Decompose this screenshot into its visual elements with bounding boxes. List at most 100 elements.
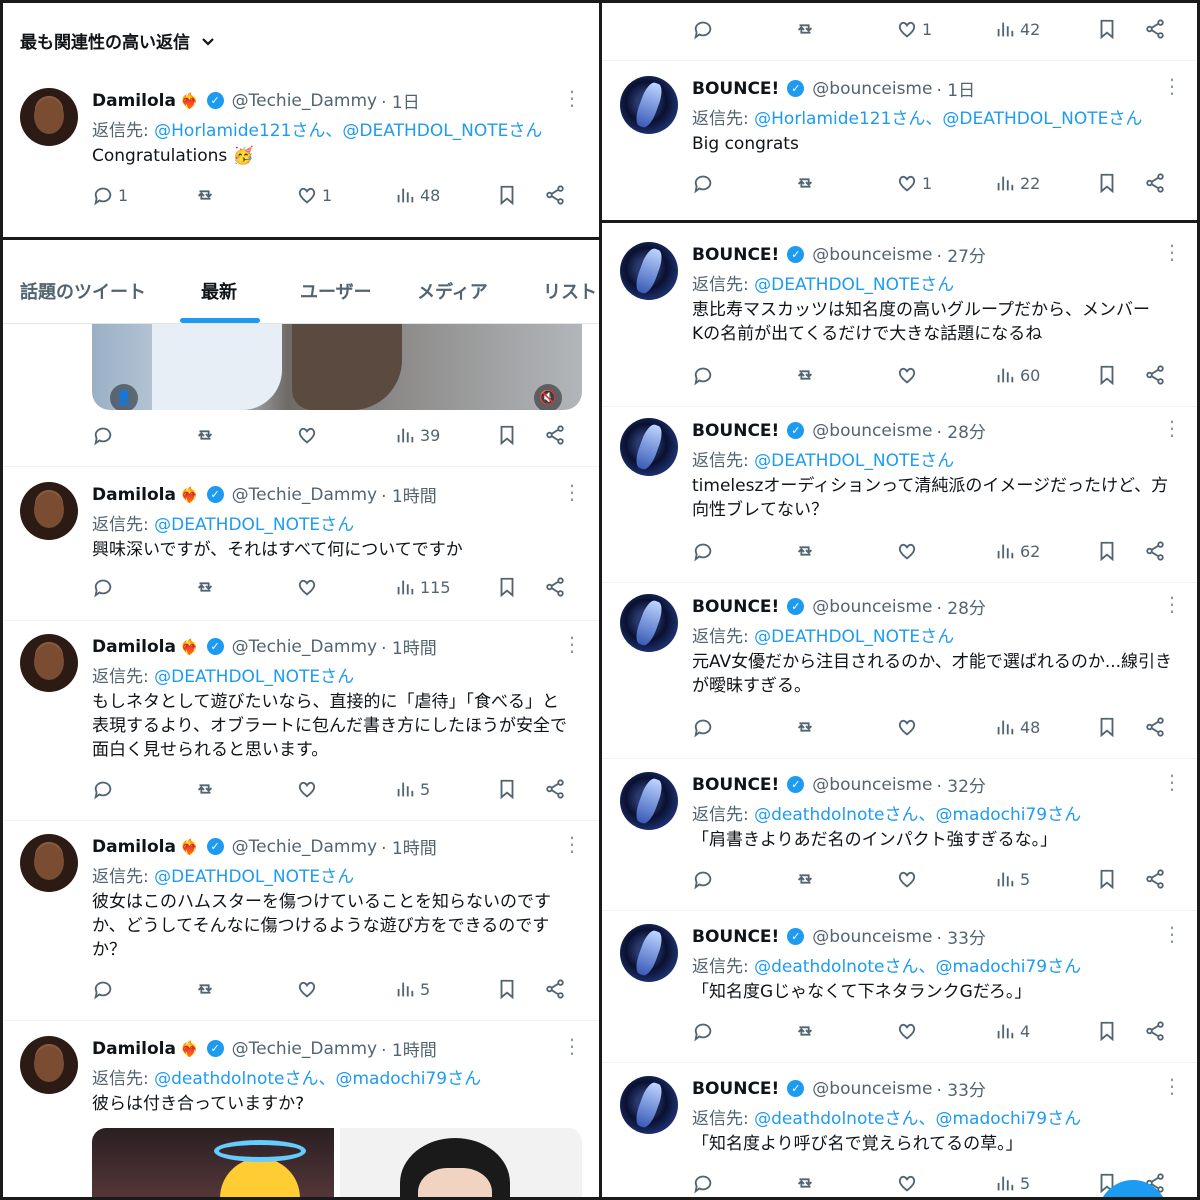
reply-target-link[interactable]: @DEATHDOL_NOTEさん — [754, 451, 954, 471]
reply-target-link[interactable]: @DEATHDOL_NOTEさん — [154, 867, 354, 887]
share-button[interactable] — [544, 184, 566, 206]
more-options-icon[interactable]: ⋮ — [562, 634, 582, 654]
tweet-card[interactable]: BOUNCE! ✓ @bounceisme · 28分 ⋮ 返信先: @DEAT… — [620, 418, 1182, 574]
bookmark-button[interactable] — [496, 424, 518, 446]
like-button[interactable] — [896, 868, 918, 890]
reply-button[interactable] — [692, 716, 714, 738]
reply-target-link[interactable]: @DEATHDOL_NOTEさん — [754, 275, 954, 295]
share-button[interactable] — [544, 576, 566, 598]
more-options-icon[interactable]: ⋮ — [1162, 1076, 1182, 1096]
reply-button[interactable] — [692, 540, 714, 562]
user-handle[interactable]: @Techie_Dammy — [232, 837, 377, 857]
avatar[interactable] — [620, 1076, 678, 1134]
reply-button[interactable] — [92, 978, 114, 1000]
user-handle[interactable]: @bounceisme — [812, 597, 932, 617]
tab-top[interactable]: 話題のツイート — [20, 278, 146, 304]
like-button[interactable] — [296, 576, 318, 598]
retweet-button[interactable] — [794, 172, 816, 194]
tweet-card[interactable]: Damilola ❤‍🔥 ✓ @Techie_Dammy · 1日 ⋮ 返信先:… — [20, 88, 582, 218]
retweet-button[interactable] — [794, 364, 816, 386]
reply-button[interactable] — [692, 868, 714, 890]
avatar[interactable] — [20, 482, 78, 540]
retweet-button[interactable] — [194, 778, 216, 800]
reply-button[interactable] — [92, 778, 114, 800]
bookmark-button[interactable] — [496, 184, 518, 206]
share-button[interactable] — [1144, 868, 1166, 890]
more-options-icon[interactable]: ⋮ — [1162, 594, 1182, 614]
views-button[interactable]: 4 — [994, 1020, 1030, 1042]
more-options-icon[interactable]: ⋮ — [1162, 242, 1182, 262]
more-options-icon[interactable]: ⋮ — [562, 482, 582, 502]
share-button[interactable] — [544, 978, 566, 1000]
like-button[interactable]: 1 — [896, 172, 932, 194]
retweet-button[interactable] — [194, 576, 216, 598]
more-options-icon[interactable]: ⋮ — [1162, 418, 1182, 438]
share-button[interactable] — [1144, 18, 1166, 40]
user-handle[interactable]: @Techie_Dammy — [232, 91, 377, 111]
bookmark-button[interactable] — [496, 576, 518, 598]
display-name[interactable]: Damilola — [92, 637, 176, 657]
share-button[interactable] — [544, 778, 566, 800]
user-handle[interactable]: @bounceisme — [812, 421, 932, 441]
reply-button[interactable] — [92, 424, 114, 446]
views-button[interactable]: 48 — [394, 184, 440, 206]
user-handle[interactable]: @Techie_Dammy — [232, 1039, 377, 1059]
tweet-card[interactable]: BOUNCE! ✓ @bounceisme · 33分 ⋮ 返信先: @deat… — [620, 924, 1182, 1054]
reply-target-link[interactable]: @Horlamide121さん、@DEATHDOL_NOTEさん — [754, 109, 1142, 129]
reply-button[interactable] — [692, 1020, 714, 1042]
like-button[interactable] — [896, 1172, 918, 1194]
views-button[interactable]: 115 — [394, 576, 451, 598]
timestamp[interactable]: · 1時間 — [381, 482, 437, 507]
avatar[interactable] — [620, 242, 678, 300]
display-name[interactable]: BOUNCE! — [692, 79, 779, 99]
user-handle[interactable]: @Techie_Dammy — [232, 485, 377, 505]
display-name[interactable]: BOUNCE! — [692, 927, 779, 947]
timestamp[interactable]: · 32分 — [936, 772, 985, 797]
reply-target-link[interactable]: @deathdolnoteさん、@madochi79さん — [154, 1069, 481, 1089]
user-handle[interactable]: @bounceisme — [812, 927, 932, 947]
more-options-icon[interactable]: ⋮ — [1162, 924, 1182, 944]
bookmark-button[interactable] — [1096, 1020, 1118, 1042]
share-button[interactable] — [1144, 364, 1166, 386]
bookmark-button[interactable] — [1096, 18, 1118, 40]
reply-sort-dropdown[interactable]: 最も関連性の高い返信 — [20, 28, 216, 53]
views-button[interactable]: 5 — [394, 978, 430, 1000]
timestamp[interactable]: · 1時間 — [381, 634, 437, 659]
tab-lists[interactable]: リスト — [543, 278, 597, 304]
avatar[interactable] — [620, 418, 678, 476]
views-button[interactable]: 5 — [394, 778, 430, 800]
tweet-image[interactable] — [340, 1128, 582, 1200]
bookmark-button[interactable] — [496, 978, 518, 1000]
like-button[interactable] — [896, 1020, 918, 1042]
timestamp[interactable]: · 33分 — [936, 1076, 985, 1101]
share-button[interactable] — [1144, 172, 1166, 194]
user-handle[interactable]: @bounceisme — [812, 245, 932, 265]
display-name[interactable]: Damilola — [92, 485, 176, 505]
like-button[interactable] — [296, 778, 318, 800]
avatar[interactable] — [20, 88, 78, 146]
tweet-card[interactable]: Damilola ❤‍🔥 ✓ @Techie_Dammy · 1時間 ⋮ 返信先… — [20, 634, 582, 810]
user-handle[interactable]: @bounceisme — [812, 775, 932, 795]
display-name[interactable]: BOUNCE! — [692, 775, 779, 795]
reply-target-link[interactable]: @DEATHDOL_NOTEさん — [154, 515, 354, 535]
video-thumbnail[interactable]: 👤 🔇 — [92, 324, 582, 410]
timestamp[interactable]: · 33分 — [936, 924, 985, 949]
like-button[interactable] — [896, 716, 918, 738]
views-button[interactable]: 39 — [394, 424, 440, 446]
reply-button[interactable] — [692, 1172, 714, 1194]
timestamp[interactable]: · 1日 — [936, 76, 975, 101]
tweet-card[interactable]: BOUNCE! ✓ @bounceisme · 32分 ⋮ 返信先: @deat… — [620, 772, 1182, 902]
reply-target-link[interactable]: @deathdolnoteさん、@madochi79さん — [754, 805, 1081, 825]
retweet-button[interactable] — [794, 1020, 816, 1042]
reply-target-link[interactable]: @deathdolnoteさん、@madochi79さん — [754, 1109, 1081, 1129]
mute-icon[interactable]: 🔇 — [534, 384, 562, 410]
retweet-button[interactable] — [794, 1172, 816, 1194]
share-button[interactable] — [1144, 1020, 1166, 1042]
views-button[interactable]: 62 — [994, 540, 1040, 562]
timestamp[interactable]: · 1時間 — [381, 1036, 437, 1061]
user-handle[interactable]: @Techie_Dammy — [232, 637, 377, 657]
reply-button[interactable] — [692, 172, 714, 194]
more-options-icon[interactable]: ⋮ — [562, 834, 582, 854]
avatar[interactable] — [20, 834, 78, 892]
display-name[interactable]: BOUNCE! — [692, 245, 779, 265]
